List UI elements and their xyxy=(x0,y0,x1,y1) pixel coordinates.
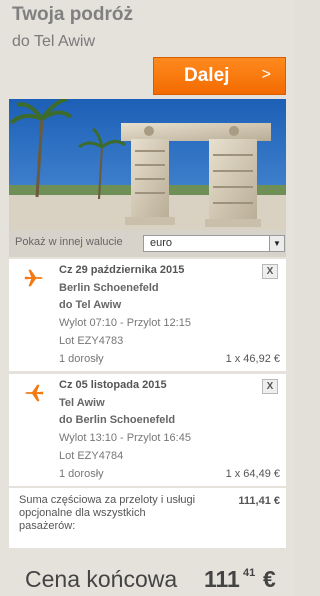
destination-photo xyxy=(9,99,286,230)
flight-destination: do Berlin Schoenefeld xyxy=(59,414,176,426)
flight-number: Lot EZY4784 xyxy=(59,450,124,462)
airplane-icon xyxy=(23,267,45,294)
flight-price: 1 x 46,92 € xyxy=(225,353,280,365)
flight-date: Cz 05 listopada 2015 xyxy=(59,379,167,391)
trip-destination: do Tel Awiw xyxy=(12,33,96,50)
final-price: Cena końcowa 111 41 € xyxy=(0,560,295,596)
flight-date: Cz 29 października 2015 xyxy=(59,264,185,276)
final-price-decimal: 41 xyxy=(243,567,256,579)
flight-card-outbound: Cz 29 października 2015 Berlin Schoenefe… xyxy=(9,259,286,371)
airplane-icon xyxy=(23,382,45,409)
final-price-integer: 111 xyxy=(204,566,240,592)
remove-flight-button[interactable]: X xyxy=(262,264,278,279)
trip-title: Twoja podróż xyxy=(12,4,134,25)
flight-times: Wylot 07:10 - Przylot 12:15 xyxy=(59,317,191,329)
flight-card-return: Cz 05 listopada 2015 Tel Awiw do Berlin … xyxy=(9,374,286,486)
subtotal-label: Suma częściowa za przeloty i usługi opcj… xyxy=(19,494,196,532)
flight-origin: Tel Awiw xyxy=(59,397,105,409)
currency-label: Pokaż w innej walucie xyxy=(15,236,123,248)
currency-selected-value: euro xyxy=(150,237,173,249)
next-button-label: Dalej xyxy=(184,65,230,86)
flight-number: Lot EZY4783 xyxy=(59,335,124,347)
remove-flight-button[interactable]: X xyxy=(262,379,278,394)
final-price-label: Cena końcowa xyxy=(25,566,178,592)
chevron-right-icon: > xyxy=(261,66,271,83)
subtotal-box: Suma częściowa za przeloty i usługi opcj… xyxy=(9,488,286,548)
subtotal-amount: 111,41 € xyxy=(238,495,280,507)
flight-passengers: 1 dorosły xyxy=(59,468,104,480)
currency-row: Pokaż w innej walucie euro ▼ xyxy=(9,230,286,257)
flight-passengers: 1 dorosły xyxy=(59,353,104,365)
flight-origin: Berlin Schoenefeld xyxy=(59,282,159,294)
flight-destination: do Tel Awiw xyxy=(59,299,122,311)
chevron-down-icon[interactable]: ▼ xyxy=(269,236,284,251)
next-button[interactable]: Dalej > xyxy=(153,57,286,95)
trip-summary-panel: Twoja podróż do Tel Awiw Dalej > Pokaż w… xyxy=(0,0,295,596)
flight-price: 1 x 64,49 € xyxy=(225,468,280,480)
final-price-currency: € xyxy=(263,566,276,592)
currency-select[interactable]: euro ▼ xyxy=(143,235,285,252)
flight-times: Wylot 13:10 - Przylot 16:45 xyxy=(59,432,191,444)
